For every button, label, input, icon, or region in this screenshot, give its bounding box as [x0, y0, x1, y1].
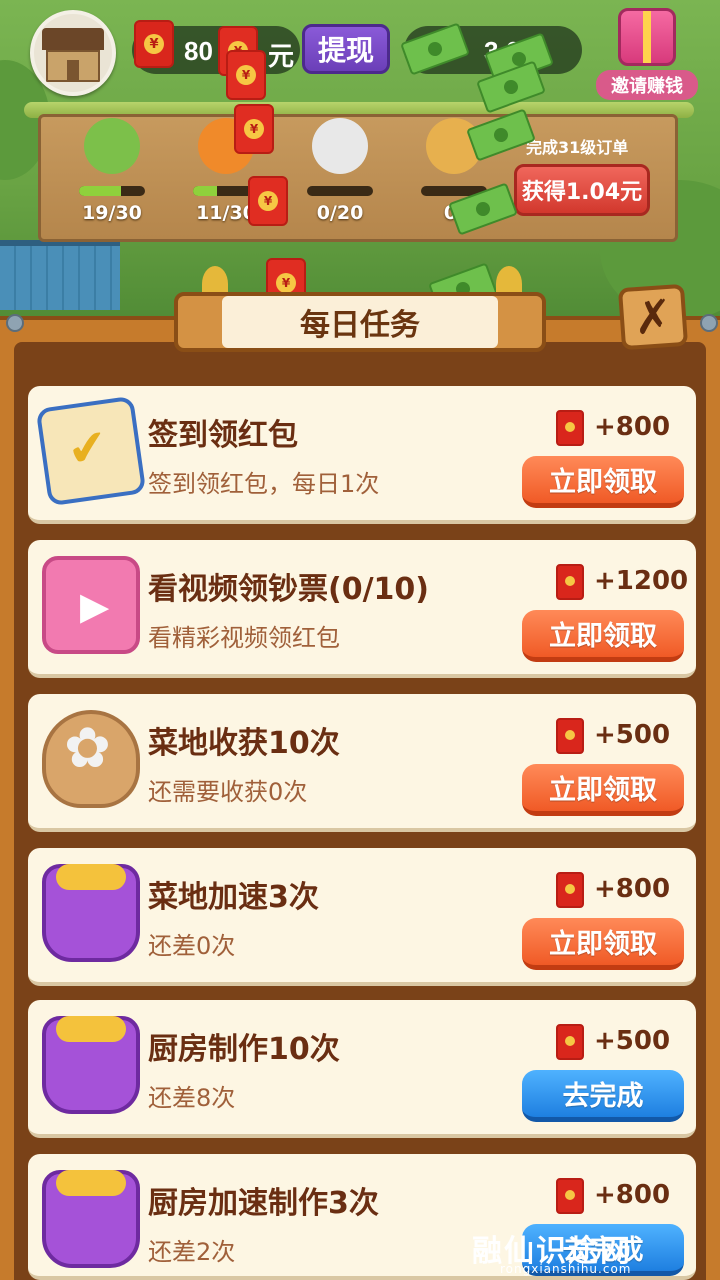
screw-icon: [700, 314, 718, 332]
task-title: 菜地收获10次: [148, 726, 340, 761]
reward-amount: +1200: [594, 566, 689, 596]
cucumber-icon: [84, 118, 140, 174]
buns-icon: [312, 118, 368, 174]
task-card-field-speedup: 菜地加速3次 还差0次 +800 立即领取: [28, 848, 696, 986]
task-desc: 还差8次: [148, 1084, 236, 1112]
task-card-watch-video: 看视频领钞票(0/10) 看精彩视频领红包 +1200 立即领取: [28, 540, 696, 678]
task-desc: 还差0次: [148, 932, 236, 960]
close-button[interactable]: ✗: [617, 283, 689, 351]
red-packet-icon: [556, 718, 584, 754]
order-progress-bar: [79, 186, 145, 196]
task-desc: 还差2次: [148, 1238, 236, 1266]
order-claim-button[interactable]: 获得1.04元: [514, 164, 650, 216]
panel-title: 每日任务: [222, 296, 498, 348]
fence-decoration: [0, 240, 120, 310]
reward-amount: +800: [594, 874, 671, 904]
task-title: 看视频领钞票(0/10): [148, 572, 430, 607]
order-count: 0/20: [316, 202, 364, 224]
task-desc: 签到领红包，每日1次: [148, 470, 380, 498]
flying-red-packet-icon: ¥: [234, 104, 274, 154]
reward-amount: +800: [594, 1180, 671, 1210]
task-card-checkin: 签到领红包 签到领红包，每日1次 +800 立即领取: [28, 386, 696, 524]
task-reward: +800: [552, 1178, 692, 1214]
watermark: 融仙识途网 rongxianshihu.com: [472, 1226, 720, 1280]
task-title: 厨房加速制作3次: [148, 1186, 379, 1221]
farm-avatar[interactable]: [30, 10, 116, 96]
withdraw-button[interactable]: 提现: [302, 24, 390, 74]
screw-icon: [6, 314, 24, 332]
task-card-harvest: 菜地收获10次 还需要收获0次 +500 立即领取: [28, 694, 696, 832]
order-item-buns: 0/20: [300, 118, 380, 224]
red-packet-icon: [556, 564, 584, 600]
task-desc: 看精彩视频领红包: [148, 624, 340, 652]
watermark-url: rongxianshihu.com: [500, 1262, 632, 1276]
task-title: 厨房制作10次: [148, 1032, 340, 1067]
red-packet-icon: [556, 872, 584, 908]
red-packet-icon: ¥: [134, 20, 174, 68]
invite-button[interactable]: 邀请赚钱: [596, 6, 698, 102]
reward-amount: +500: [594, 720, 671, 750]
gift-box-icon: [42, 864, 140, 962]
invite-label: 邀请赚钱: [596, 70, 698, 100]
claim-button[interactable]: 立即领取: [522, 456, 684, 508]
flower-basket-icon: [42, 710, 140, 808]
reward-amount: +800: [594, 412, 671, 442]
money-unit: 元: [268, 41, 295, 71]
task-reward: +800: [552, 410, 692, 446]
order-target-label: 完成31级订单: [526, 138, 629, 157]
task-reward: +500: [552, 1024, 692, 1060]
red-packet-icon: [556, 410, 584, 446]
flying-red-packet-icon: ¥: [226, 50, 266, 100]
claim-button[interactable]: 立即领取: [522, 610, 684, 662]
go-complete-button[interactable]: 去完成: [522, 1070, 684, 1122]
task-reward: +800: [552, 872, 692, 908]
task-title: 菜地加速3次: [148, 880, 319, 915]
order-progress-bar: [307, 186, 373, 196]
flying-red-packet-icon: ¥: [248, 176, 288, 226]
gift-box-icon: [42, 1016, 140, 1114]
task-reward: +500: [552, 718, 692, 754]
claim-button[interactable]: 立即领取: [522, 764, 684, 816]
claim-button[interactable]: 立即领取: [522, 918, 684, 970]
tv-play-icon: [42, 556, 140, 654]
gift-icon: [618, 8, 676, 66]
order-count: 19/30: [82, 202, 142, 224]
task-card-kitchen-make: 厨房制作10次 还差8次 +500 去完成: [28, 1000, 696, 1138]
order-item-cucumber: 19/30: [72, 118, 152, 224]
red-packet-icon: [556, 1178, 584, 1214]
task-reward: +1200: [552, 564, 692, 600]
calendar-check-icon: [35, 395, 147, 507]
red-packet-icon: [556, 1024, 584, 1060]
gift-box-icon: [42, 1170, 140, 1268]
task-title: 签到领红包: [148, 418, 298, 453]
money-value: 80: [184, 36, 213, 66]
task-desc: 还需要收获0次: [148, 778, 308, 806]
reward-amount: +500: [594, 1026, 671, 1056]
